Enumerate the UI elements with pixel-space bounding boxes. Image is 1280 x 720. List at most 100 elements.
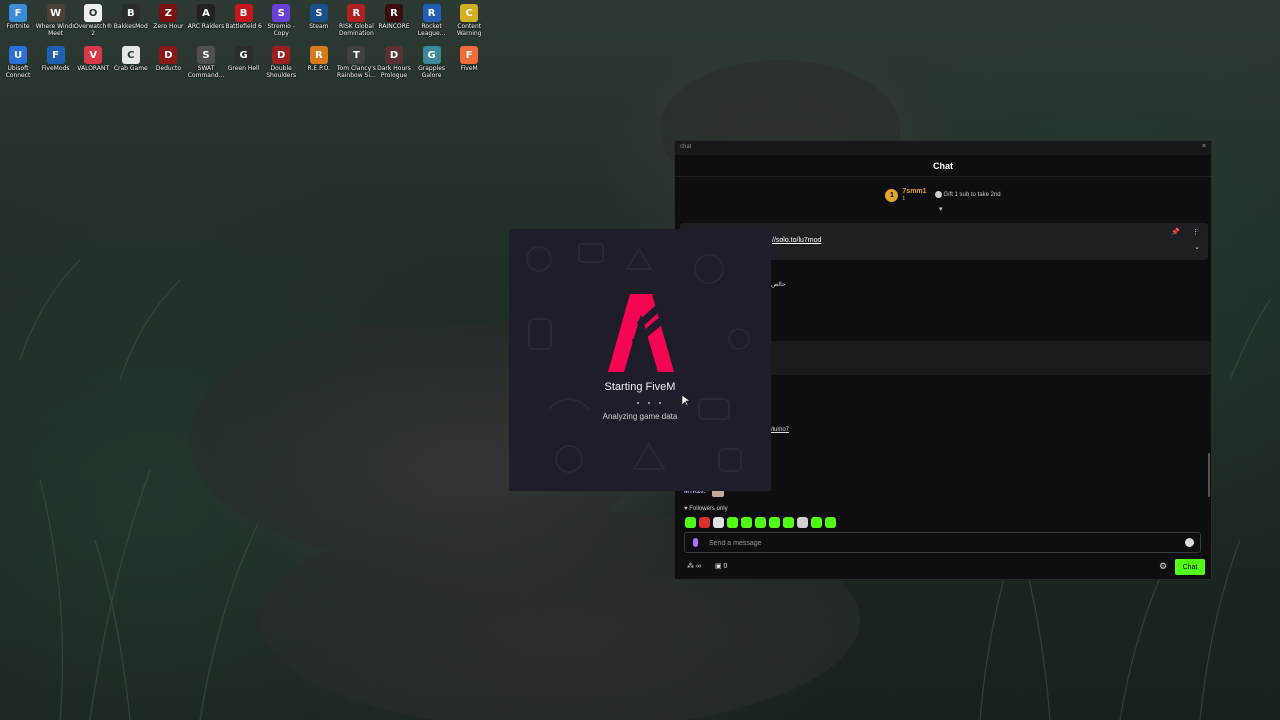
desktop-shortcut[interactable]: F FiveMods <box>35 42 77 72</box>
emote-icon[interactable] <box>713 517 724 528</box>
pinned-link[interactable]: //solo.to/lu7mod <box>772 237 821 244</box>
emote-icon[interactable] <box>685 517 696 528</box>
where-winds-meet-icon: W <box>46 4 65 22</box>
desktop-shortcut[interactable]: R RISK Global Domination <box>335 0 377 37</box>
grapples-galore-icon: G <box>422 46 441 64</box>
zero-hour-icon: Z <box>159 4 178 22</box>
gear-icon[interactable]: ⚙ <box>1159 561 1167 572</box>
emote-icon[interactable] <box>811 517 822 528</box>
emoji-icon[interactable] <box>1185 538 1194 547</box>
send-chat-button[interactable]: Chat <box>1175 559 1205 575</box>
arc-raiders-icon: A <box>197 4 215 22</box>
desktop-shortcut-label: ARC Raiders <box>187 23 225 30</box>
desktop-shortcut[interactable]: Z Zero Hour <box>147 0 189 30</box>
desktop-shortcut-label: Stremio - Copy <box>267 23 295 37</box>
gift-counter-value: ∞ <box>695 563 701 570</box>
splash-title: Starting FiveM <box>604 381 676 393</box>
desktop-shortcut[interactable]: T Tom Clancy's Rainbow Si... <box>335 42 377 79</box>
more-options-icon[interactable]: ⋮ <box>1192 228 1199 236</box>
chat-titlebar: chat × <box>675 141 1211 155</box>
desktop-shortcut[interactable]: W Where Winds Meet <box>35 0 77 37</box>
leaderboard-user[interactable]: 7smm1 <box>902 188 926 196</box>
chat-window-title: chat <box>680 144 692 150</box>
desktop-shortcut[interactable]: O Overwatch® 2 <box>72 0 114 37</box>
chat-input-box[interactable] <box>684 532 1201 553</box>
bakkesmod-icon: B <box>121 4 140 22</box>
fivemods-icon: F <box>46 46 65 64</box>
emote-icon[interactable] <box>699 517 710 528</box>
gift-prompt[interactable]: Gift 1 sub to take 2nd <box>934 191 1001 199</box>
emote-bar <box>685 517 836 528</box>
followers-only-notice: ♥ Followers only <box>684 506 728 512</box>
chevron-down-icon[interactable]: ▾ <box>939 205 943 213</box>
chat-message-input[interactable] <box>709 536 1179 550</box>
desktop-shortcut-label: Ubisoft Connect <box>5 65 31 79</box>
emote-icon[interactable] <box>825 517 836 528</box>
desktop-shortcut[interactable]: D Dark Hours Prologue <box>373 42 415 79</box>
emote-icon[interactable] <box>769 517 780 528</box>
desktop-shortcut[interactable]: S Steam <box>298 0 340 30</box>
gift-prompt-text: Gift 1 sub to take 2nd <box>943 192 1001 199</box>
desktop-shortcut-label: Where Winds Meet <box>35 23 76 37</box>
chevron-down-icon[interactable]: ⌄ <box>1194 243 1200 251</box>
emote-icon[interactable] <box>797 517 808 528</box>
swat-command-icon: S <box>197 46 215 64</box>
content-warning-icon: C <box>460 4 479 22</box>
desktop-shortcut-label: R.E.P.O. <box>307 65 331 72</box>
desktop-shortcut[interactable]: G Green Hell <box>223 42 265 72</box>
loading-dot <box>648 402 650 404</box>
ubisoft-connect-icon: U <box>9 46 27 64</box>
green-hell-icon: G <box>234 46 253 64</box>
chat-message-link[interactable]: /lumo7 <box>771 427 789 433</box>
desktop-shortcut-label: FiveM <box>460 65 478 72</box>
chat-header: Chat <box>675 155 1211 177</box>
desktop-shortcut-label: Fortnite <box>6 23 30 30</box>
gift-icon <box>934 191 942 199</box>
chat-scrollbar[interactable] <box>1208 453 1210 497</box>
users-icon: ⁂ <box>687 563 694 570</box>
desktop-shortcut[interactable]: F Fortnite <box>0 0 39 30</box>
rainbow-six-icon: T <box>347 46 366 64</box>
desktop-shortcut[interactable]: F FiveM <box>448 42 490 72</box>
fortnite-icon: F <box>9 4 27 22</box>
desktop-shortcut[interactable]: R Rocket League... <box>411 0 453 37</box>
pin-icon[interactable]: 📌 <box>1171 228 1180 236</box>
loading-dot <box>659 402 661 404</box>
battlefield-icon: B <box>234 4 253 22</box>
stremio-icon: S <box>272 4 291 22</box>
box-counter[interactable]: ▣ 0 <box>715 562 727 570</box>
loading-dot <box>637 402 639 404</box>
gift-leaderboard[interactable]: 1 7smm1 1 Gift 1 sub to take 2nd ▾ <box>675 177 1211 213</box>
close-icon[interactable]: × <box>1202 143 1206 150</box>
desktop-shortcut-label: Grapples Galore <box>418 65 446 79</box>
microphone-icon[interactable] <box>693 538 698 547</box>
desktop-shortcut[interactable]: V VALORANT <box>72 42 114 72</box>
desktop-shortcut[interactable]: G Grapples Galore <box>411 42 453 79</box>
desktop-shortcut[interactable]: B Battlefield 6 <box>223 0 265 30</box>
desktop-shortcut-label: RISK Global Domination <box>339 23 374 37</box>
desktop-shortcut-label: Crab Game <box>113 65 148 72</box>
rank-badge: 1 <box>885 188 899 202</box>
desktop-shortcut[interactable]: S Stremio - Copy <box>260 0 302 37</box>
fivem-splash-window: Starting FiveM Analyzing game data <box>509 229 771 491</box>
desktop-shortcut-label: Overwatch® 2 <box>73 23 113 37</box>
desktop-shortcut[interactable]: C Crab Game <box>110 42 152 72</box>
crab-game-icon: C <box>121 46 140 64</box>
double-shoulders-icon: D <box>272 46 291 64</box>
chat-footer: ⁂ ∞ ▣ 0 <box>687 562 727 570</box>
desktop-shortcut[interactable]: R RAINCORE <box>373 0 415 30</box>
emote-icon[interactable] <box>727 517 738 528</box>
desktop-shortcut[interactable]: U Ubisoft Connect <box>0 42 39 79</box>
desktop-shortcut[interactable]: C Content Warning <box>448 0 490 37</box>
emote-icon[interactable] <box>755 517 766 528</box>
desktop-shortcut[interactable]: S SWAT Command... <box>185 42 227 79</box>
emote-icon[interactable] <box>741 517 752 528</box>
desktop-shortcut[interactable]: D Deducto <box>147 42 189 72</box>
desktop-shortcut[interactable]: B BakkesMod <box>110 0 152 30</box>
gift-counter[interactable]: ⁂ ∞ <box>687 562 701 570</box>
emote-icon[interactable] <box>783 517 794 528</box>
desktop-shortcut[interactable]: A ARC Raiders <box>185 0 227 30</box>
desktop-shortcut[interactable]: R R.E.P.O. <box>298 42 340 72</box>
dark-hours-icon: D <box>385 46 403 64</box>
desktop-shortcut[interactable]: D Double Shoulders <box>260 42 302 79</box>
